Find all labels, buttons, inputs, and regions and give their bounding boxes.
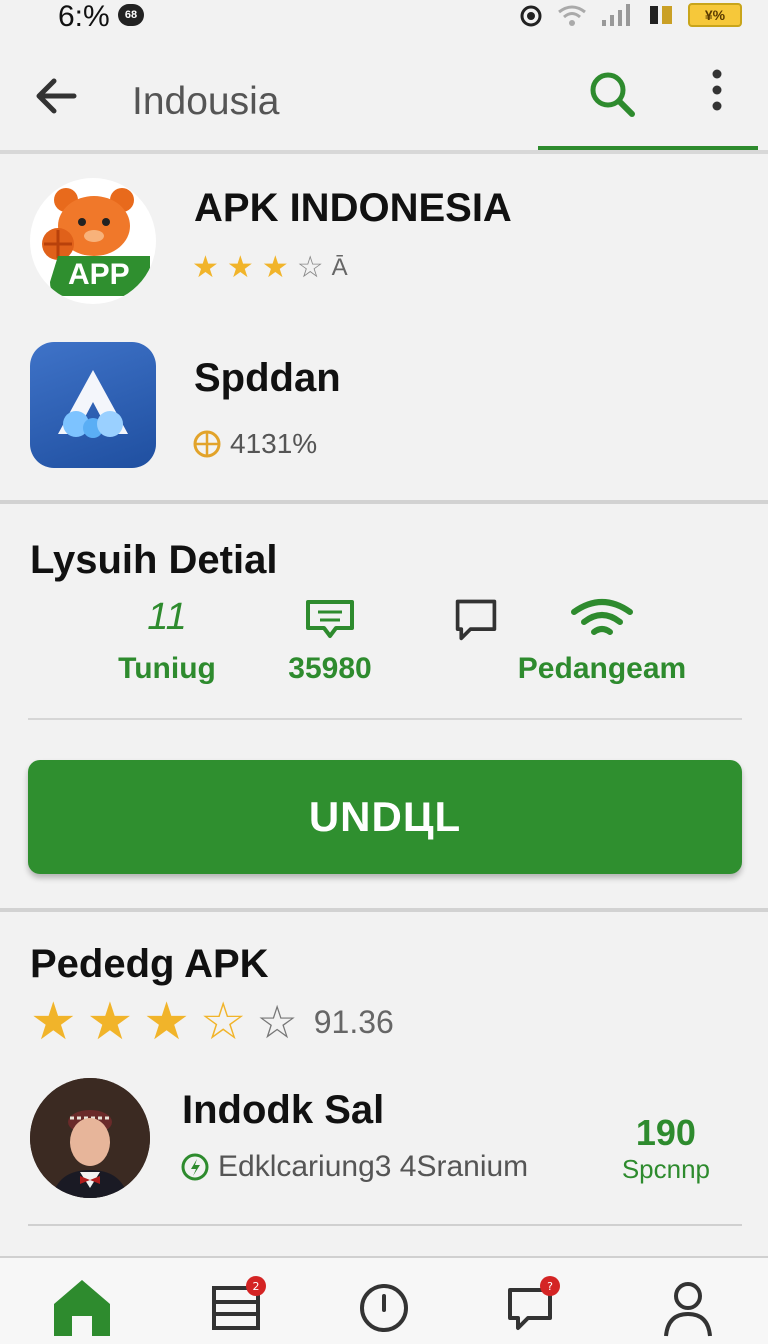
app-name: APK INDONESIA xyxy=(194,186,512,230)
notification-badge: 68 xyxy=(118,4,144,26)
section-title: Lysuih Detial xyxy=(30,538,278,582)
home-icon[interactable] xyxy=(50,1274,114,1338)
divider xyxy=(28,718,742,720)
page-title: Indousia xyxy=(132,80,280,123)
status-time: 6:% xyxy=(58,0,110,33)
stat-label: Pedangeam xyxy=(517,652,687,685)
star-icon: ★ xyxy=(30,993,77,1051)
section-title: Pededg APK xyxy=(30,942,269,986)
stat-value-icon: 11 xyxy=(147,596,187,638)
status-bar: 6:% 68 ¥% xyxy=(0,0,768,34)
review-count-label: Spcnnp xyxy=(621,1154,710,1184)
verified-icon xyxy=(181,1153,209,1181)
list-icon[interactable]: 2 xyxy=(206,1274,270,1338)
alarm-icon xyxy=(520,5,542,27)
chat-icon[interactable]: ? xyxy=(502,1274,566,1338)
app-meta-text: 4131% xyxy=(230,428,318,459)
review-count: 190 Spcnnp xyxy=(622,1112,710,1185)
more-options-icon[interactable] xyxy=(692,62,742,118)
triangle-logo-icon xyxy=(58,370,128,438)
detail-section: Lysuih Detial 11 Tuniug 35980 Pedangeam … xyxy=(0,504,768,908)
review-item[interactable]: Indodk Sal Edklcariung3 4Sranium 190 Spc… xyxy=(30,1078,744,1202)
star-icon: ★ xyxy=(86,993,134,1051)
stat-label: Tuniug xyxy=(118,652,216,685)
star-outline-icon: ☆ xyxy=(256,996,298,1048)
search-icon[interactable] xyxy=(584,66,640,122)
star-icon: ★ xyxy=(143,993,190,1051)
stat-reviews: 35980 xyxy=(272,596,388,686)
profile-icon[interactable] xyxy=(656,1274,720,1338)
speech-bubble-icon xyxy=(455,599,497,641)
rating-value: 91.36 xyxy=(313,1003,394,1040)
battery-icon: ¥% xyxy=(688,3,742,27)
review-section: Pededg APK ★ ★ ★ ☆ ☆ 91.36 Indodk Sal Ed… xyxy=(0,912,768,1252)
status-icons: ¥% xyxy=(518,2,742,28)
reviewer-name: Indodk Sal xyxy=(182,1088,385,1132)
svg-text:?: ? xyxy=(547,1280,553,1293)
star-icon: ★ xyxy=(226,251,254,284)
chat-bubble-icon xyxy=(306,600,354,638)
stat-label: 35980 xyxy=(288,652,372,685)
star-outline-icon: ☆ xyxy=(296,251,324,284)
star-icon: ★ xyxy=(261,251,289,284)
divider xyxy=(28,1224,742,1226)
app-rating: ★ ★ ★ ☆ Ā xyxy=(192,250,348,285)
stat-downloads: 11 Tuniug xyxy=(112,596,222,686)
app-meta: 4131% xyxy=(192,428,317,460)
app-item-spddan[interactable]: Spddan 4131% xyxy=(30,342,750,472)
app-item-apk-indonesia[interactable]: APP APK INDONESIA ★ ★ ★ ☆ Ā xyxy=(30,178,750,308)
apps-list: APP APK INDONESIA ★ ★ ★ ☆ Ā Spddan 4131% xyxy=(0,154,768,500)
download-button[interactable]: UNDЦL xyxy=(28,760,742,874)
wifi-status-icon xyxy=(558,5,586,26)
stat-comments[interactable] xyxy=(440,596,512,652)
wifi-icon xyxy=(571,599,633,635)
reviewer-subtitle: Edklcariung3 4Sranium xyxy=(180,1150,528,1184)
reviewer-subtitle-text: Edklcariung3 4Sranium xyxy=(218,1150,529,1183)
app-bar: Indousia xyxy=(0,34,768,151)
svg-text:2: 2 xyxy=(253,1280,260,1293)
bottom-nav: 2 ? xyxy=(0,1256,768,1344)
globe-icon xyxy=(193,430,221,458)
app-meta-text: Ā xyxy=(331,253,348,281)
app-icon-label: APP xyxy=(68,258,130,291)
app-name: Spddan xyxy=(194,356,341,400)
app-icon-spddan xyxy=(30,342,156,468)
signal-icon xyxy=(602,4,630,26)
data-icon xyxy=(650,6,672,24)
clock-icon[interactable] xyxy=(352,1274,416,1338)
star-outline-icon: ☆ xyxy=(199,993,247,1051)
app-icon-apk-indonesia: APP xyxy=(30,178,156,304)
star-icon: ★ xyxy=(192,251,219,284)
review-count-number: 190 xyxy=(635,1112,696,1153)
back-arrow-icon[interactable] xyxy=(28,68,84,124)
person-photo-icon xyxy=(30,1078,150,1198)
avatar xyxy=(30,1078,150,1198)
rating-row: ★ ★ ★ ☆ ☆ 91.36 xyxy=(30,996,394,1048)
stat-connection: Pedangeam xyxy=(510,596,694,686)
